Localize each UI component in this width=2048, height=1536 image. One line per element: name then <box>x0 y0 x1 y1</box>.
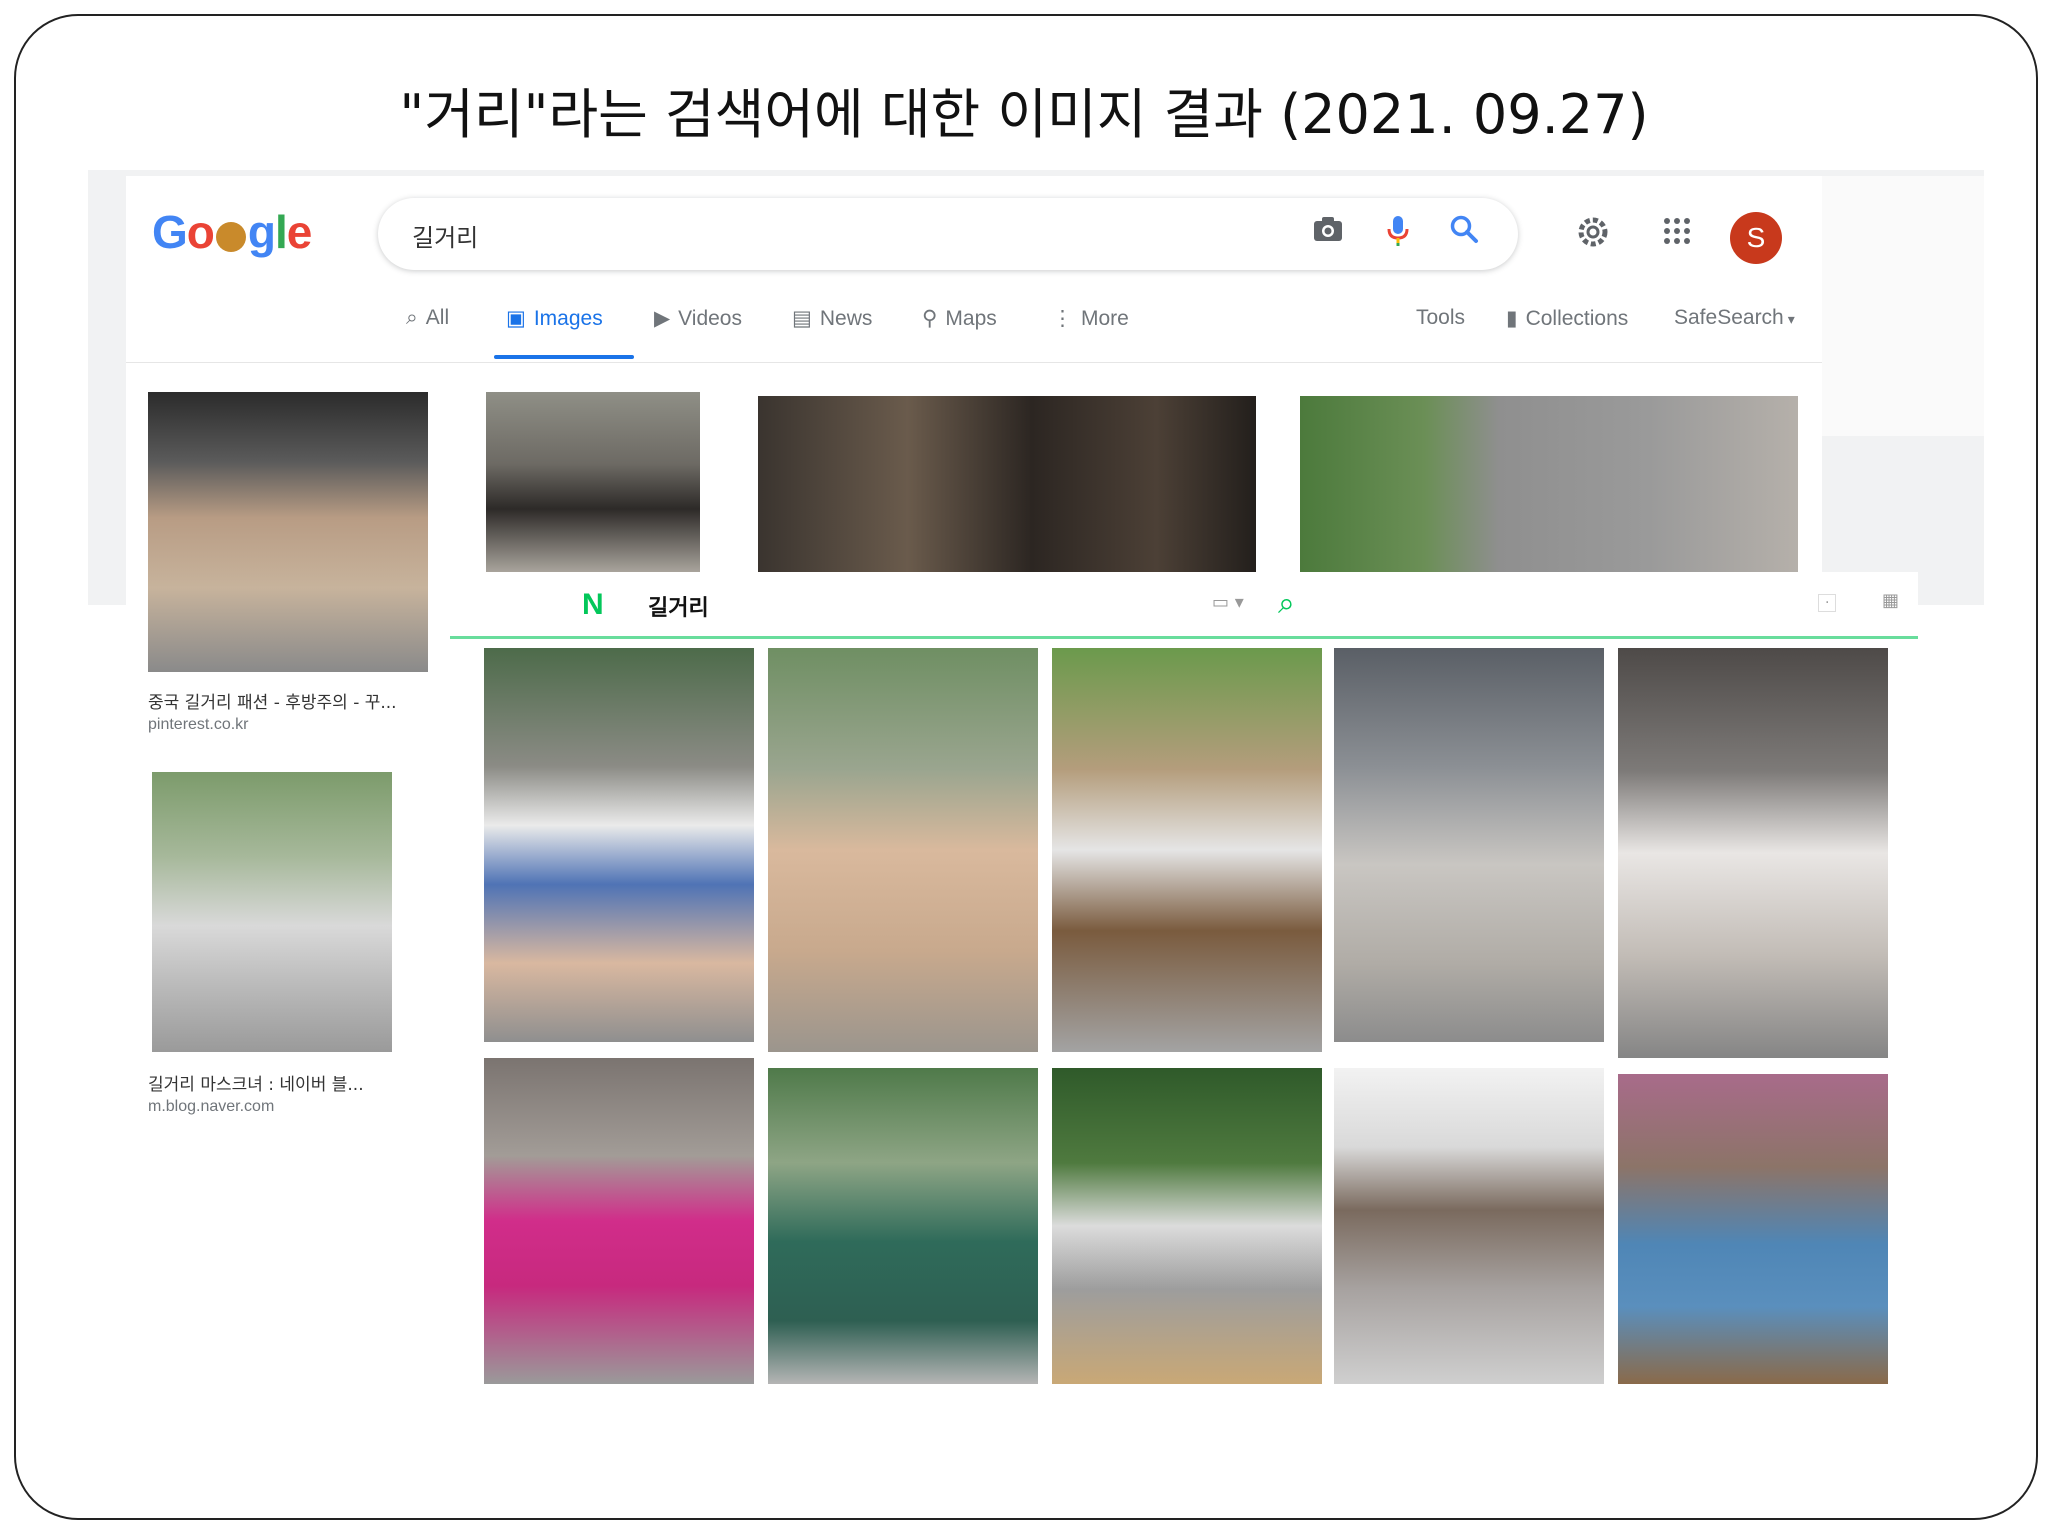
photo-placeholder <box>1334 648 1604 1042</box>
chevron-down-icon: ▾ <box>1787 311 1795 327</box>
map-pin-icon: ⚲ <box>922 307 938 330</box>
search-icon[interactable] <box>1444 214 1484 254</box>
photo-placeholder <box>1334 1068 1604 1384</box>
doodle-icon <box>215 222 246 252</box>
logo-letter-g2: g <box>247 206 276 258</box>
photo-placeholder <box>148 392 428 672</box>
safesearch-dropdown[interactable]: SafeSearch ▾ <box>1674 306 1795 330</box>
result-image[interactable] <box>1618 1074 1888 1384</box>
more-vert-icon: ⋮ <box>1052 307 1073 330</box>
tabs-divider <box>126 362 1822 363</box>
result-caption[interactable]: 길거리 마스크녀 : 네이버 블... <box>148 1070 364 1095</box>
tab-label: Maps <box>945 307 997 330</box>
tab-label: Videos <box>678 307 742 330</box>
logo-letter-g: G <box>152 206 188 258</box>
active-tab-indicator <box>494 355 634 359</box>
tab-maps[interactable]: ⚲ Maps <box>922 306 997 331</box>
tab-all[interactable]: ⌕ All <box>406 306 449 330</box>
tab-label: Images <box>533 307 603 330</box>
tab-label: All <box>425 306 450 329</box>
photo-placeholder <box>758 396 1256 572</box>
collections-button[interactable]: ▮ Collections <box>1506 306 1628 331</box>
result-source[interactable]: pinterest.co.kr <box>148 716 248 734</box>
keyboard-icon[interactable]: ▭ ▾ <box>1212 592 1244 613</box>
tab-more[interactable]: ⋮ More <box>1052 306 1129 331</box>
safesearch-label: SafeSearch <box>1674 306 1784 329</box>
result-image[interactable] <box>768 1068 1038 1384</box>
result-image[interactable] <box>1052 1068 1322 1384</box>
naver-search-divider <box>450 636 1918 639</box>
result-image[interactable] <box>768 648 1038 1052</box>
result-image[interactable] <box>486 392 700 572</box>
result-image[interactable] <box>1300 396 1798 572</box>
result-image[interactable] <box>1618 648 1888 1058</box>
search-box[interactable]: 길거리 <box>378 198 1518 270</box>
tab-images[interactable]: ▣ Images <box>506 306 603 331</box>
grid-view-icon[interactable]: ▦ <box>1882 590 1899 611</box>
screenshot-right-strip <box>1822 176 1984 436</box>
result-image[interactable] <box>1052 648 1322 1052</box>
result-image[interactable] <box>1334 648 1604 1042</box>
result-image[interactable] <box>484 1058 754 1384</box>
tab-label: More <box>1081 307 1129 330</box>
tab-videos[interactable]: ▶ Videos <box>654 306 742 331</box>
photo-placeholder <box>1300 396 1798 572</box>
photo-placeholder <box>1052 1068 1322 1384</box>
search-icon[interactable]: ⌕ <box>1278 586 1295 621</box>
apps-grid-icon[interactable] <box>1654 214 1700 260</box>
search-input[interactable]: 길거리 <box>412 218 478 253</box>
result-image[interactable] <box>1334 1068 1604 1384</box>
result-caption[interactable]: 중국 길거리 패션 - 후방주의 - 꾸... <box>148 688 397 713</box>
google-logo[interactable]: Go gle <box>152 205 313 259</box>
naver-logo[interactable]: N <box>582 588 604 622</box>
photo-placeholder <box>484 1058 754 1384</box>
microphone-icon[interactable] <box>1378 214 1418 254</box>
tab-news[interactable]: ▤ News <box>792 306 872 331</box>
photo-placeholder <box>1618 648 1888 1058</box>
result-image[interactable] <box>148 392 428 672</box>
camera-icon[interactable] <box>1308 214 1348 254</box>
logo-letter-e: e <box>286 206 313 258</box>
settings-icon[interactable] <box>1570 214 1616 260</box>
slide-title: "거리"라는 검색어에 대한 이미지 결과 (2021. 09.27) <box>399 83 1649 146</box>
result-image[interactable] <box>152 772 392 1052</box>
avatar[interactable]: S <box>1730 212 1782 264</box>
result-image[interactable] <box>758 396 1256 572</box>
video-icon: ▶ <box>654 307 671 330</box>
logo-letter-o: o <box>186 206 215 258</box>
tools-button[interactable]: Tools <box>1416 306 1465 330</box>
photo-placeholder <box>486 392 700 572</box>
photo-placeholder <box>152 772 392 1052</box>
naver-option-button[interactable]: · <box>1818 594 1837 612</box>
photo-placeholder <box>1618 1074 1888 1384</box>
bookmark-icon: ▮ <box>1506 307 1518 330</box>
collections-label: Collections <box>1525 307 1629 330</box>
result-image[interactable] <box>484 648 754 1042</box>
naver-search-input[interactable]: 길거리 <box>648 590 709 622</box>
tab-label: News <box>819 307 873 330</box>
photo-placeholder <box>1052 648 1322 1052</box>
photo-placeholder <box>768 648 1038 1052</box>
news-icon: ▤ <box>792 307 812 330</box>
result-source[interactable]: m.blog.naver.com <box>148 1098 274 1116</box>
photo-placeholder <box>484 648 754 1042</box>
image-icon: ▣ <box>506 307 526 330</box>
photo-placeholder <box>768 1068 1038 1384</box>
logo-letter-l: l <box>275 206 288 258</box>
search-icon: ⌕ <box>406 306 418 329</box>
